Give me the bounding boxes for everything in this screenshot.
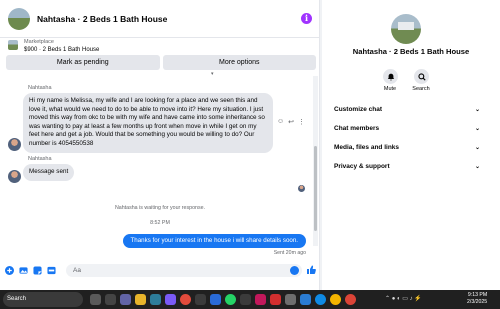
composer: Aa [0, 260, 320, 280]
emoji-icon[interactable] [290, 265, 299, 275]
listing-source: Marketplace [24, 39, 54, 45]
sent-status: Sent 20m ago [273, 250, 306, 256]
more-icon[interactable]: ⋮ [298, 118, 305, 126]
taskbar: Search ⌃ ● ◐ ▭ ♪ ⚡ 9:13 PM 2/3/2025 [0, 290, 500, 309]
sticker-icon[interactable] [32, 265, 42, 275]
section-label: Customize chat [334, 106, 383, 113]
app-icon[interactable] [90, 294, 101, 305]
app-icon[interactable] [150, 294, 161, 305]
app-icon[interactable] [105, 294, 116, 305]
app-icon[interactable] [270, 294, 281, 305]
search-icon [417, 72, 426, 81]
edge-icon[interactable] [315, 294, 326, 305]
mute-label: Mute [383, 86, 397, 92]
read-receipt-avatar [298, 185, 305, 192]
app-icon[interactable] [255, 294, 266, 305]
avatar[interactable] [8, 138, 21, 151]
app-icon[interactable] [285, 294, 296, 305]
scrollbar-thumb[interactable] [314, 146, 317, 231]
chat-title[interactable]: Nahtasha · 2 Beds 1 Bath House [37, 14, 301, 24]
app-icon[interactable] [240, 294, 251, 305]
waiting-notice: Nahtasha is waiting for your response. [114, 205, 206, 211]
bell-icon [387, 73, 394, 80]
teams-icon[interactable] [120, 294, 131, 305]
app-icon[interactable] [210, 294, 221, 305]
listing-actions: Mark as pending More options [6, 55, 316, 70]
chat-panel: Nahtasha · 2 Beds 1 Bath House i Marketp… [0, 0, 320, 290]
gif-icon[interactable] [46, 265, 56, 275]
more-options-button[interactable]: More options [162, 55, 316, 70]
chevron-down-icon: ⌄ [474, 164, 480, 170]
file-explorer-icon[interactable] [135, 294, 146, 305]
clock-time: 9:13 PM [467, 292, 488, 298]
profile-name: Nahtasha · 2 Beds 1 Bath House [352, 47, 470, 56]
chevron-down-icon: ⌄ [474, 126, 480, 132]
sender-name: Nahtasha [28, 156, 52, 162]
incoming-message[interactable]: Message sent [23, 164, 75, 181]
image-icon[interactable] [18, 265, 28, 275]
listing-title: $900 · 2 Beds 1 Bath House [24, 47, 100, 53]
system-clock[interactable]: 9:13 PM 2/3/2025 [467, 292, 487, 306]
section-label: Privacy & support [334, 163, 390, 170]
message-list: Nahtasha Hi my name is Melissa, my wife … [0, 76, 320, 260]
chevron-down-icon: ⌄ [474, 107, 480, 113]
chrome-icon[interactable] [330, 294, 341, 305]
section-label: Media, files and links [334, 144, 400, 151]
plus-icon[interactable] [4, 265, 14, 275]
listing-thumbnail [8, 40, 18, 50]
search-label: Search [412, 86, 430, 92]
section-label: Chat members [334, 125, 380, 132]
section-chat-members[interactable]: Chat members ⌄ [334, 125, 480, 132]
scrollbar[interactable] [313, 76, 318, 246]
messenger-window: Nahtasha · 2 Beds 1 Bath House i Marketp… [0, 0, 500, 290]
clock-date: 2/3/2025 [467, 299, 488, 305]
section-privacy-support[interactable]: Privacy & support ⌄ [334, 163, 480, 170]
mute-button[interactable] [383, 69, 398, 84]
message-input[interactable]: Aa [66, 263, 302, 277]
info-icon[interactable]: i [301, 13, 312, 24]
app-icon[interactable] [165, 294, 176, 305]
message-timestamp: 8:52 PM [150, 220, 170, 226]
house-thumbnail [398, 22, 414, 30]
like-icon[interactable] [306, 265, 316, 275]
reply-icon[interactable]: ↩ [288, 118, 294, 126]
profile-image[interactable] [391, 14, 421, 44]
whatsapp-icon[interactable] [225, 294, 236, 305]
vscode-icon[interactable] [300, 294, 311, 305]
mark-pending-button[interactable]: Mark as pending [6, 55, 160, 70]
app-icon[interactable] [195, 294, 206, 305]
chat-header: Nahtasha · 2 Beds 1 Bath House i [0, 0, 320, 38]
listing-avatar[interactable] [8, 7, 30, 30]
section-customize-chat[interactable]: Customize chat ⌄ [334, 106, 480, 113]
avatar[interactable] [8, 170, 21, 183]
react-icon[interactable]: ☺ [277, 118, 284, 126]
section-media-files[interactable]: Media, files and links ⌄ [334, 144, 480, 151]
tray-icons[interactable]: ⌃ ● ◐ ▭ ♪ ⚡ [385, 295, 422, 302]
taskbar-search[interactable]: Search [3, 292, 83, 307]
message-input-placeholder: Aa [73, 266, 81, 274]
outgoing-message[interactable]: Thanks for your interest in the house i … [122, 234, 306, 248]
incoming-message[interactable]: Hi my name is Melissa, my wife and I are… [23, 93, 273, 153]
chrome-icon[interactable] [180, 294, 191, 305]
sender-name: Nahtasha [28, 85, 52, 91]
search-button[interactable] [414, 69, 429, 84]
chevron-down-icon: ⌄ [474, 145, 480, 151]
message-actions: ☺ ↩ ⋮ [277, 118, 305, 126]
chrome-icon[interactable] [345, 294, 356, 305]
